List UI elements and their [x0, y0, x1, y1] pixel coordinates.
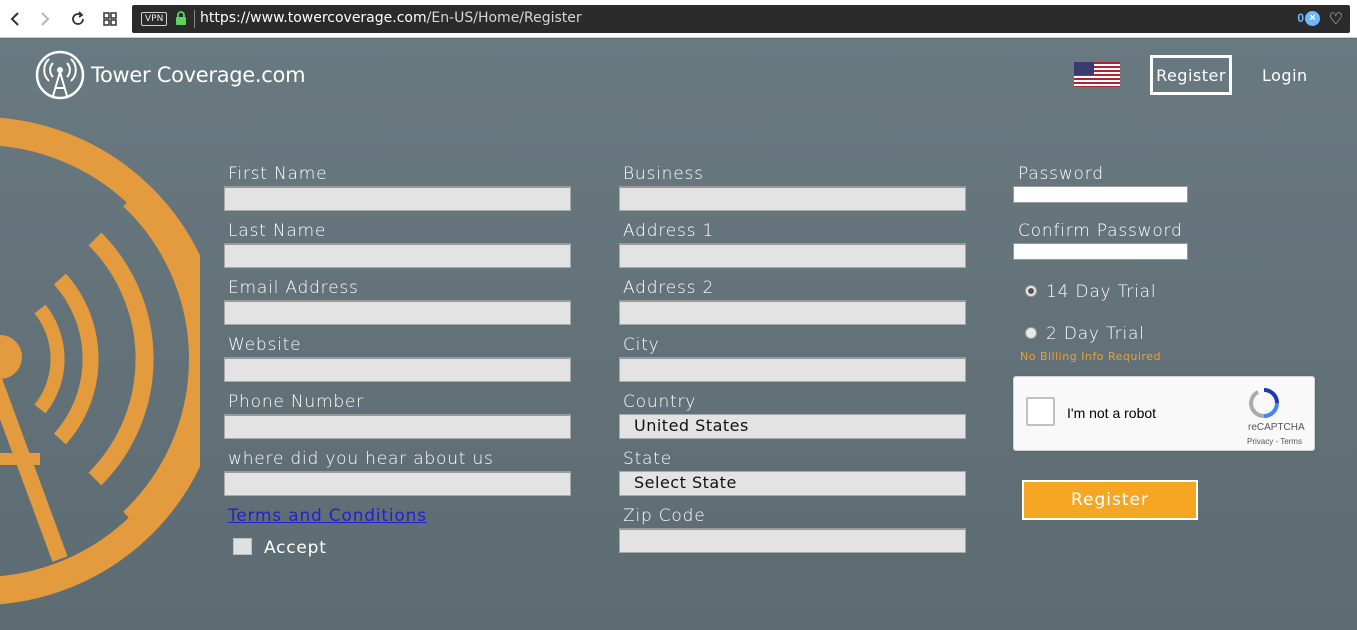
blocked-count: 0 — [1297, 11, 1304, 25]
recaptcha-checkbox[interactable] — [1026, 397, 1055, 426]
zip-label: Zip Code — [623, 506, 706, 526]
hear-about-input[interactable] — [224, 471, 571, 496]
accept-label: Accept — [264, 538, 327, 558]
address2-label: Address 2 — [623, 278, 715, 298]
recaptcha-widget: I'm not a robot reCAPTCHA Privacy - Term… — [1013, 376, 1315, 451]
trial-2-radio[interactable] — [1025, 327, 1037, 339]
reload-icon[interactable] — [67, 8, 89, 30]
us-flag-icon[interactable] — [1074, 62, 1120, 87]
tower-logo-icon — [35, 50, 85, 100]
forward-icon[interactable] — [34, 8, 56, 30]
url-path: /En-US/Home/Register — [426, 10, 582, 26]
country-label: Country — [623, 392, 697, 412]
password-input[interactable] — [1013, 186, 1188, 203]
lock-icon — [175, 11, 187, 31]
terms-link[interactable]: Terms and Conditions — [228, 506, 427, 526]
recaptcha-label: I'm not a robot — [1067, 405, 1157, 421]
city-label: City — [623, 335, 660, 355]
first-name-input[interactable] — [224, 186, 571, 211]
register-submit-button[interactable]: Register — [1022, 480, 1198, 520]
phone-label: Phone Number — [228, 392, 364, 412]
confirm-password-label: Confirm Password — [1018, 221, 1183, 241]
business-input[interactable] — [619, 186, 966, 211]
last-name-input[interactable] — [224, 243, 571, 268]
address1-label: Address 1 — [623, 221, 715, 241]
phone-input[interactable] — [224, 414, 571, 439]
state-select[interactable]: Select State — [619, 471, 966, 496]
nav-register-button[interactable]: Register — [1150, 55, 1232, 95]
browser-toolbar: VPN https://www.towercoverage.com/En-US/… — [0, 0, 1357, 38]
email-input[interactable] — [224, 300, 571, 325]
website-input[interactable] — [224, 357, 571, 382]
hear-about-label: where did you hear about us — [228, 449, 494, 469]
city-input[interactable] — [619, 357, 966, 382]
shield-icon[interactable]: × — [1305, 11, 1320, 26]
site-logo[interactable]: Tower Coverage.com — [35, 50, 306, 100]
url-domain: https://www.towercoverage.com — [200, 10, 427, 26]
url-separator — [194, 10, 195, 28]
first-name-label: First Name — [228, 164, 328, 184]
tabs-grid-icon[interactable] — [99, 8, 121, 30]
email-label: Email Address — [228, 278, 359, 298]
address-bar[interactable]: VPN https://www.towercoverage.com/En-US/… — [132, 5, 1350, 33]
password-label: Password — [1018, 164, 1104, 184]
last-name-label: Last Name — [228, 221, 327, 241]
no-billing-note: No Billing Info Required — [1020, 350, 1161, 363]
trial-14-label: 14 Day Trial — [1046, 282, 1157, 302]
website-label: Website — [228, 335, 302, 355]
confirm-password-input[interactable] — [1013, 243, 1188, 260]
trial-14-radio[interactable] — [1025, 285, 1037, 297]
trial-2-label: 2 Day Trial — [1046, 324, 1145, 344]
recaptcha-logo-icon — [1248, 387, 1280, 424]
background-tower-logo — [0, 39, 200, 630]
nav-login-link[interactable]: Login — [1262, 66, 1308, 85]
heart-icon[interactable]: ♡ — [1329, 9, 1343, 29]
back-icon[interactable] — [4, 8, 26, 30]
country-select[interactable]: United States — [619, 414, 966, 439]
business-label: Business — [623, 164, 704, 184]
vpn-badge[interactable]: VPN — [141, 12, 168, 26]
recaptcha-brand: reCAPTCHA — [1248, 422, 1305, 433]
page-content: Tower Coverage.com Register Login First … — [0, 39, 1357, 630]
state-label: State — [623, 449, 672, 469]
url-text[interactable]: https://www.towercoverage.com/En-US/Home… — [200, 10, 582, 26]
accept-checkbox[interactable] — [233, 538, 252, 555]
logo-text: Tower Coverage.com — [91, 63, 306, 87]
address2-input[interactable] — [619, 300, 966, 325]
address1-input[interactable] — [619, 243, 966, 268]
zip-input[interactable] — [619, 528, 966, 553]
recaptcha-links[interactable]: Privacy - Terms — [1247, 437, 1302, 446]
